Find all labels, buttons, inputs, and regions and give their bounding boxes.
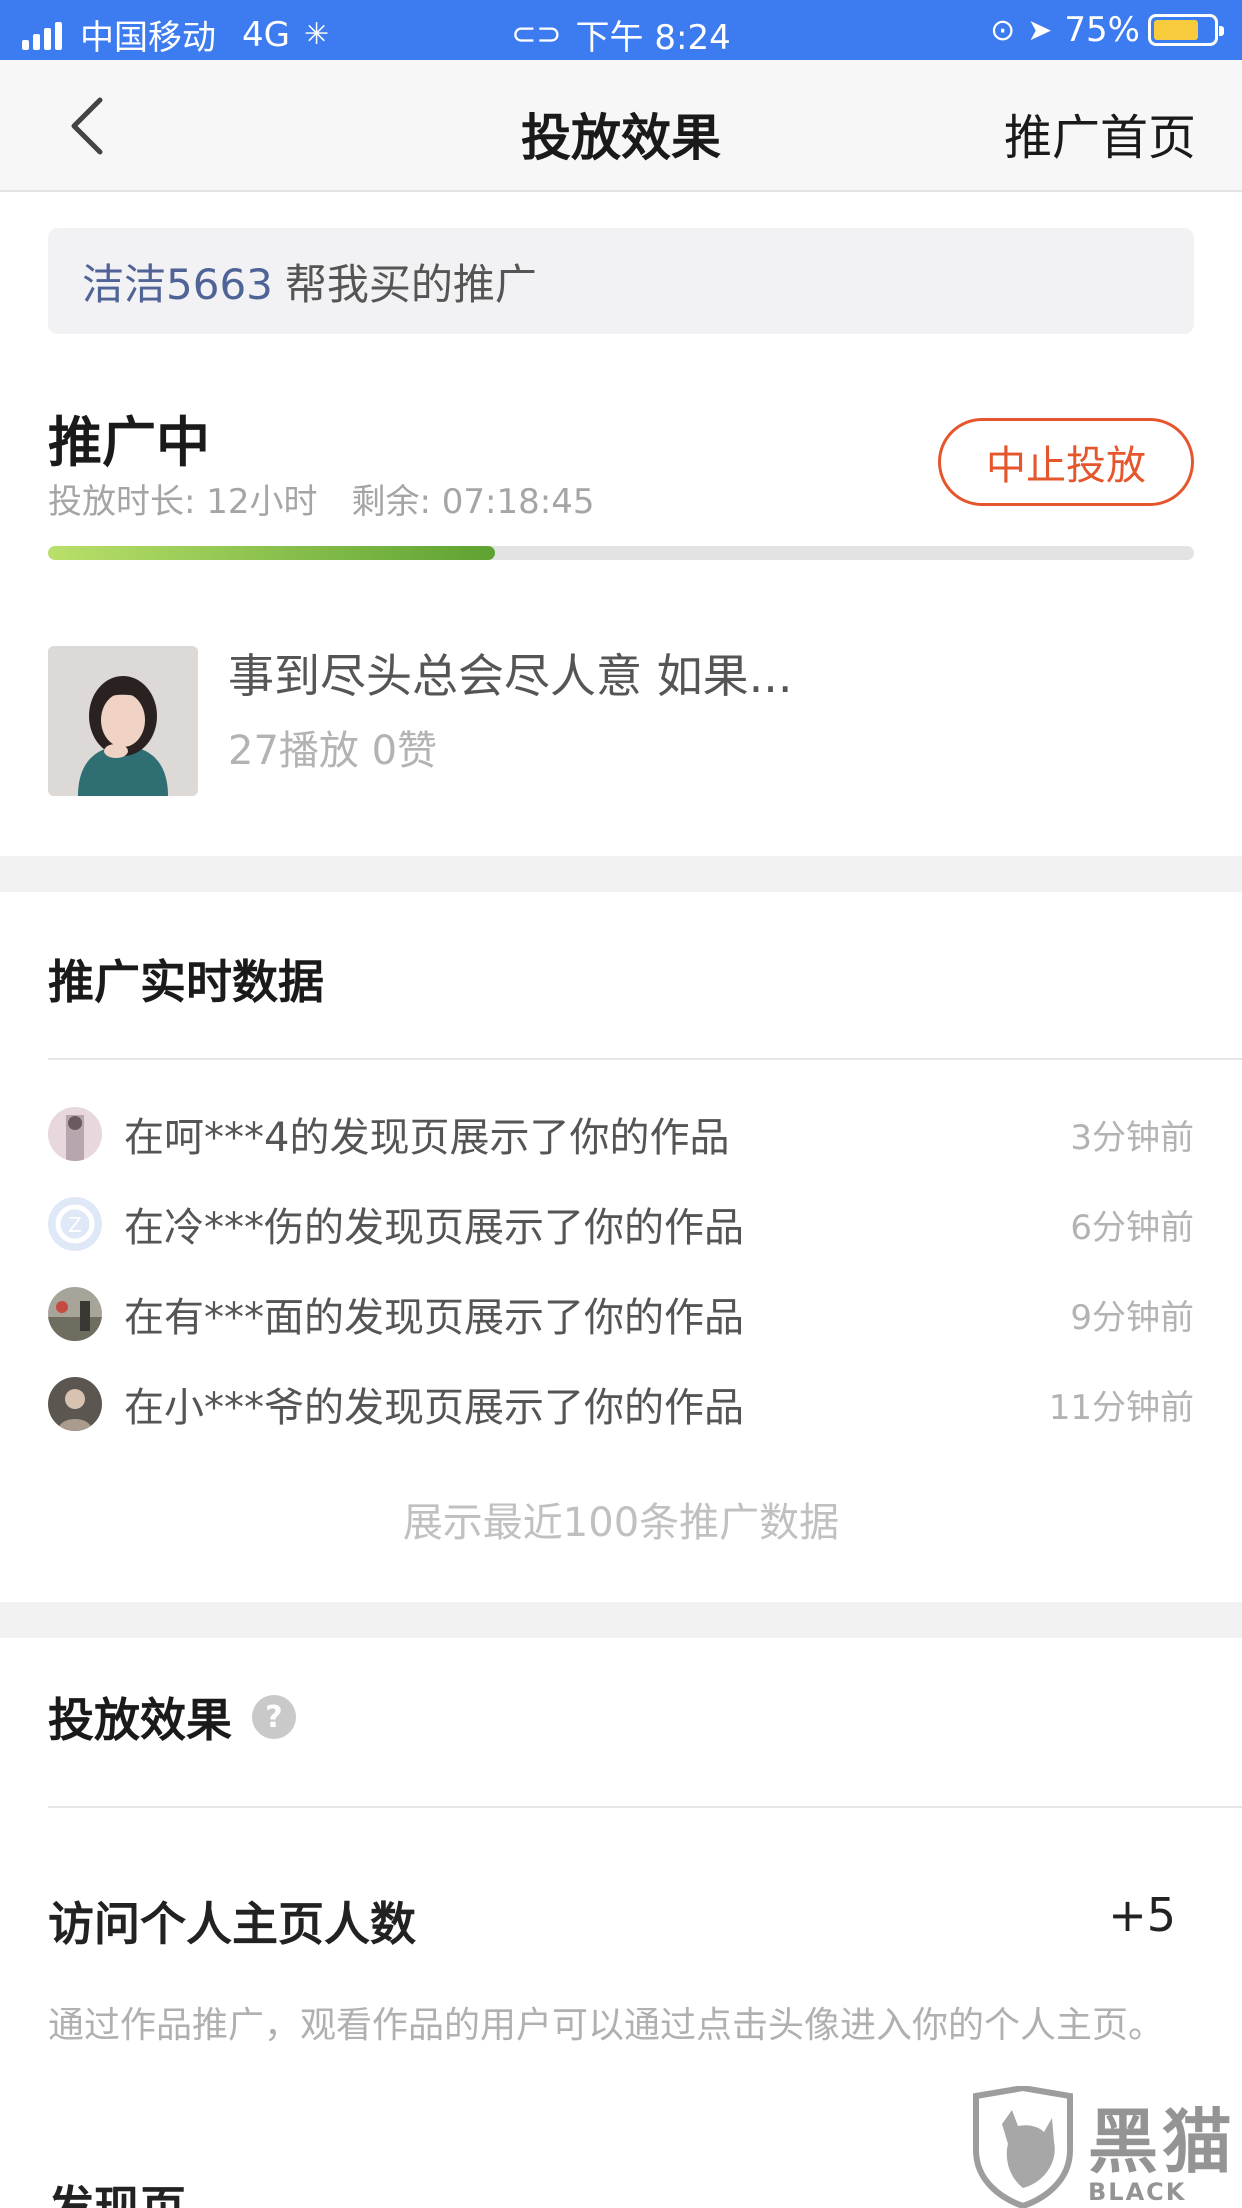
progress-fill — [48, 546, 495, 560]
battery-icon — [1148, 14, 1224, 46]
help-icon[interactable]: ? — [252, 1695, 296, 1739]
feed-item: 在小***爷的发现页展示了你的作品 11分钟前 — [48, 1374, 1194, 1434]
promotion-home-link[interactable]: 推广首页 — [1004, 98, 1196, 168]
video-stats: 27播放 0赞 — [228, 728, 438, 774]
stop-promotion-button[interactable]: 中止投放 — [938, 418, 1194, 506]
buyer-name-link[interactable]: 洁洁5663 — [82, 251, 273, 312]
avatar — [48, 1107, 102, 1161]
discover-section-title: 发现页 — [48, 2181, 186, 2208]
promotion-status: 推广中 — [48, 411, 210, 474]
divider — [48, 1806, 1242, 1808]
status-bar: 中国移动 4G ✳ ⊂⊃ 下午 8:24 ⊙ ➤ 75% — [0, 0, 1242, 60]
buyer-suffix: 帮我买的推广 — [284, 259, 537, 309]
feed-time: 11分钟前 — [1048, 1387, 1194, 1428]
watermark-logo: 黑猫 BLACK CAT — [968, 2084, 1242, 2208]
battery-fill — [1154, 20, 1198, 40]
svg-text:Z: Z — [68, 1213, 82, 1237]
metric-value: +5 — [1108, 1888, 1176, 1942]
feed-text: 在呵***4的发现页展示了你的作品 — [124, 1115, 730, 1161]
section-separator — [0, 856, 1242, 892]
metric-description: 通过作品推广，观看作品的用户可以通过点击头像进入你的个人主页。 — [48, 2005, 1165, 2046]
buyer-info: 洁洁5663 帮我买的推广 — [48, 228, 1194, 334]
feed-item: Z 在冷***伤的发现页展示了你的作品 6分钟前 — [48, 1194, 1194, 1254]
link-icon: ⊂⊃ — [511, 17, 562, 52]
feed-text: 在冷***伤的发现页展示了你的作品 — [124, 1205, 744, 1251]
promotion-remaining: 剩余: 07:18:45 — [351, 482, 595, 522]
cat-shield-icon — [973, 2084, 1073, 2208]
avatar: Z — [48, 1197, 102, 1251]
watermark-text: 黑猫 — [1088, 2101, 1236, 2183]
avatar — [48, 1287, 102, 1341]
feed-time: 9分钟前 — [1070, 1297, 1194, 1338]
feed-time: 3分钟前 — [1070, 1117, 1194, 1158]
nav-bar: 投放效果 推广首页 — [0, 60, 1242, 192]
feed-item: 在有***面的发现页展示了你的作品 9分钟前 — [48, 1284, 1194, 1344]
battery-percent: 75% — [1064, 10, 1140, 50]
promotion-meta: 投放时长: 12小时 剩余: 07:18:45 — [48, 474, 595, 523]
feed-item: 在呵***4的发现页展示了你的作品 3分钟前 — [48, 1104, 1194, 1164]
feed-time: 6分钟前 — [1070, 1207, 1194, 1248]
video-thumbnail-image — [48, 646, 198, 796]
clock-label: 下午 8:24 — [575, 18, 731, 58]
feed-footer: 展示最近100条推广数据 — [402, 1500, 840, 1546]
video-thumbnail[interactable] — [48, 646, 198, 796]
metric-label: 访问个人主页人数 — [48, 1897, 416, 1951]
rotation-lock-icon: ⊙ — [990, 12, 1016, 48]
promotion-duration: 投放时长: 12小时 — [48, 482, 318, 522]
watermark-subtext: BLACK CAT — [1088, 2178, 1187, 2208]
location-icon: ➤ — [1027, 12, 1053, 48]
avatar — [48, 1377, 102, 1431]
video-title[interactable]: 事到尽头总会尽人意 如果... — [228, 640, 793, 706]
effect-title-label: 投放效果 — [48, 1693, 232, 1747]
status-right: ⊙ ➤ 75% — [990, 10, 1224, 50]
feed-text: 在小***爷的发现页展示了你的作品 — [124, 1385, 744, 1431]
effect-section-title: 投放效果 ? — [48, 1684, 296, 1750]
promotion-progress-bar — [48, 546, 1194, 560]
feed-text: 在有***面的发现页展示了你的作品 — [124, 1295, 744, 1341]
divider — [48, 1058, 1242, 1060]
section-separator — [0, 1602, 1242, 1638]
realtime-section-title: 推广实时数据 — [48, 955, 324, 1009]
